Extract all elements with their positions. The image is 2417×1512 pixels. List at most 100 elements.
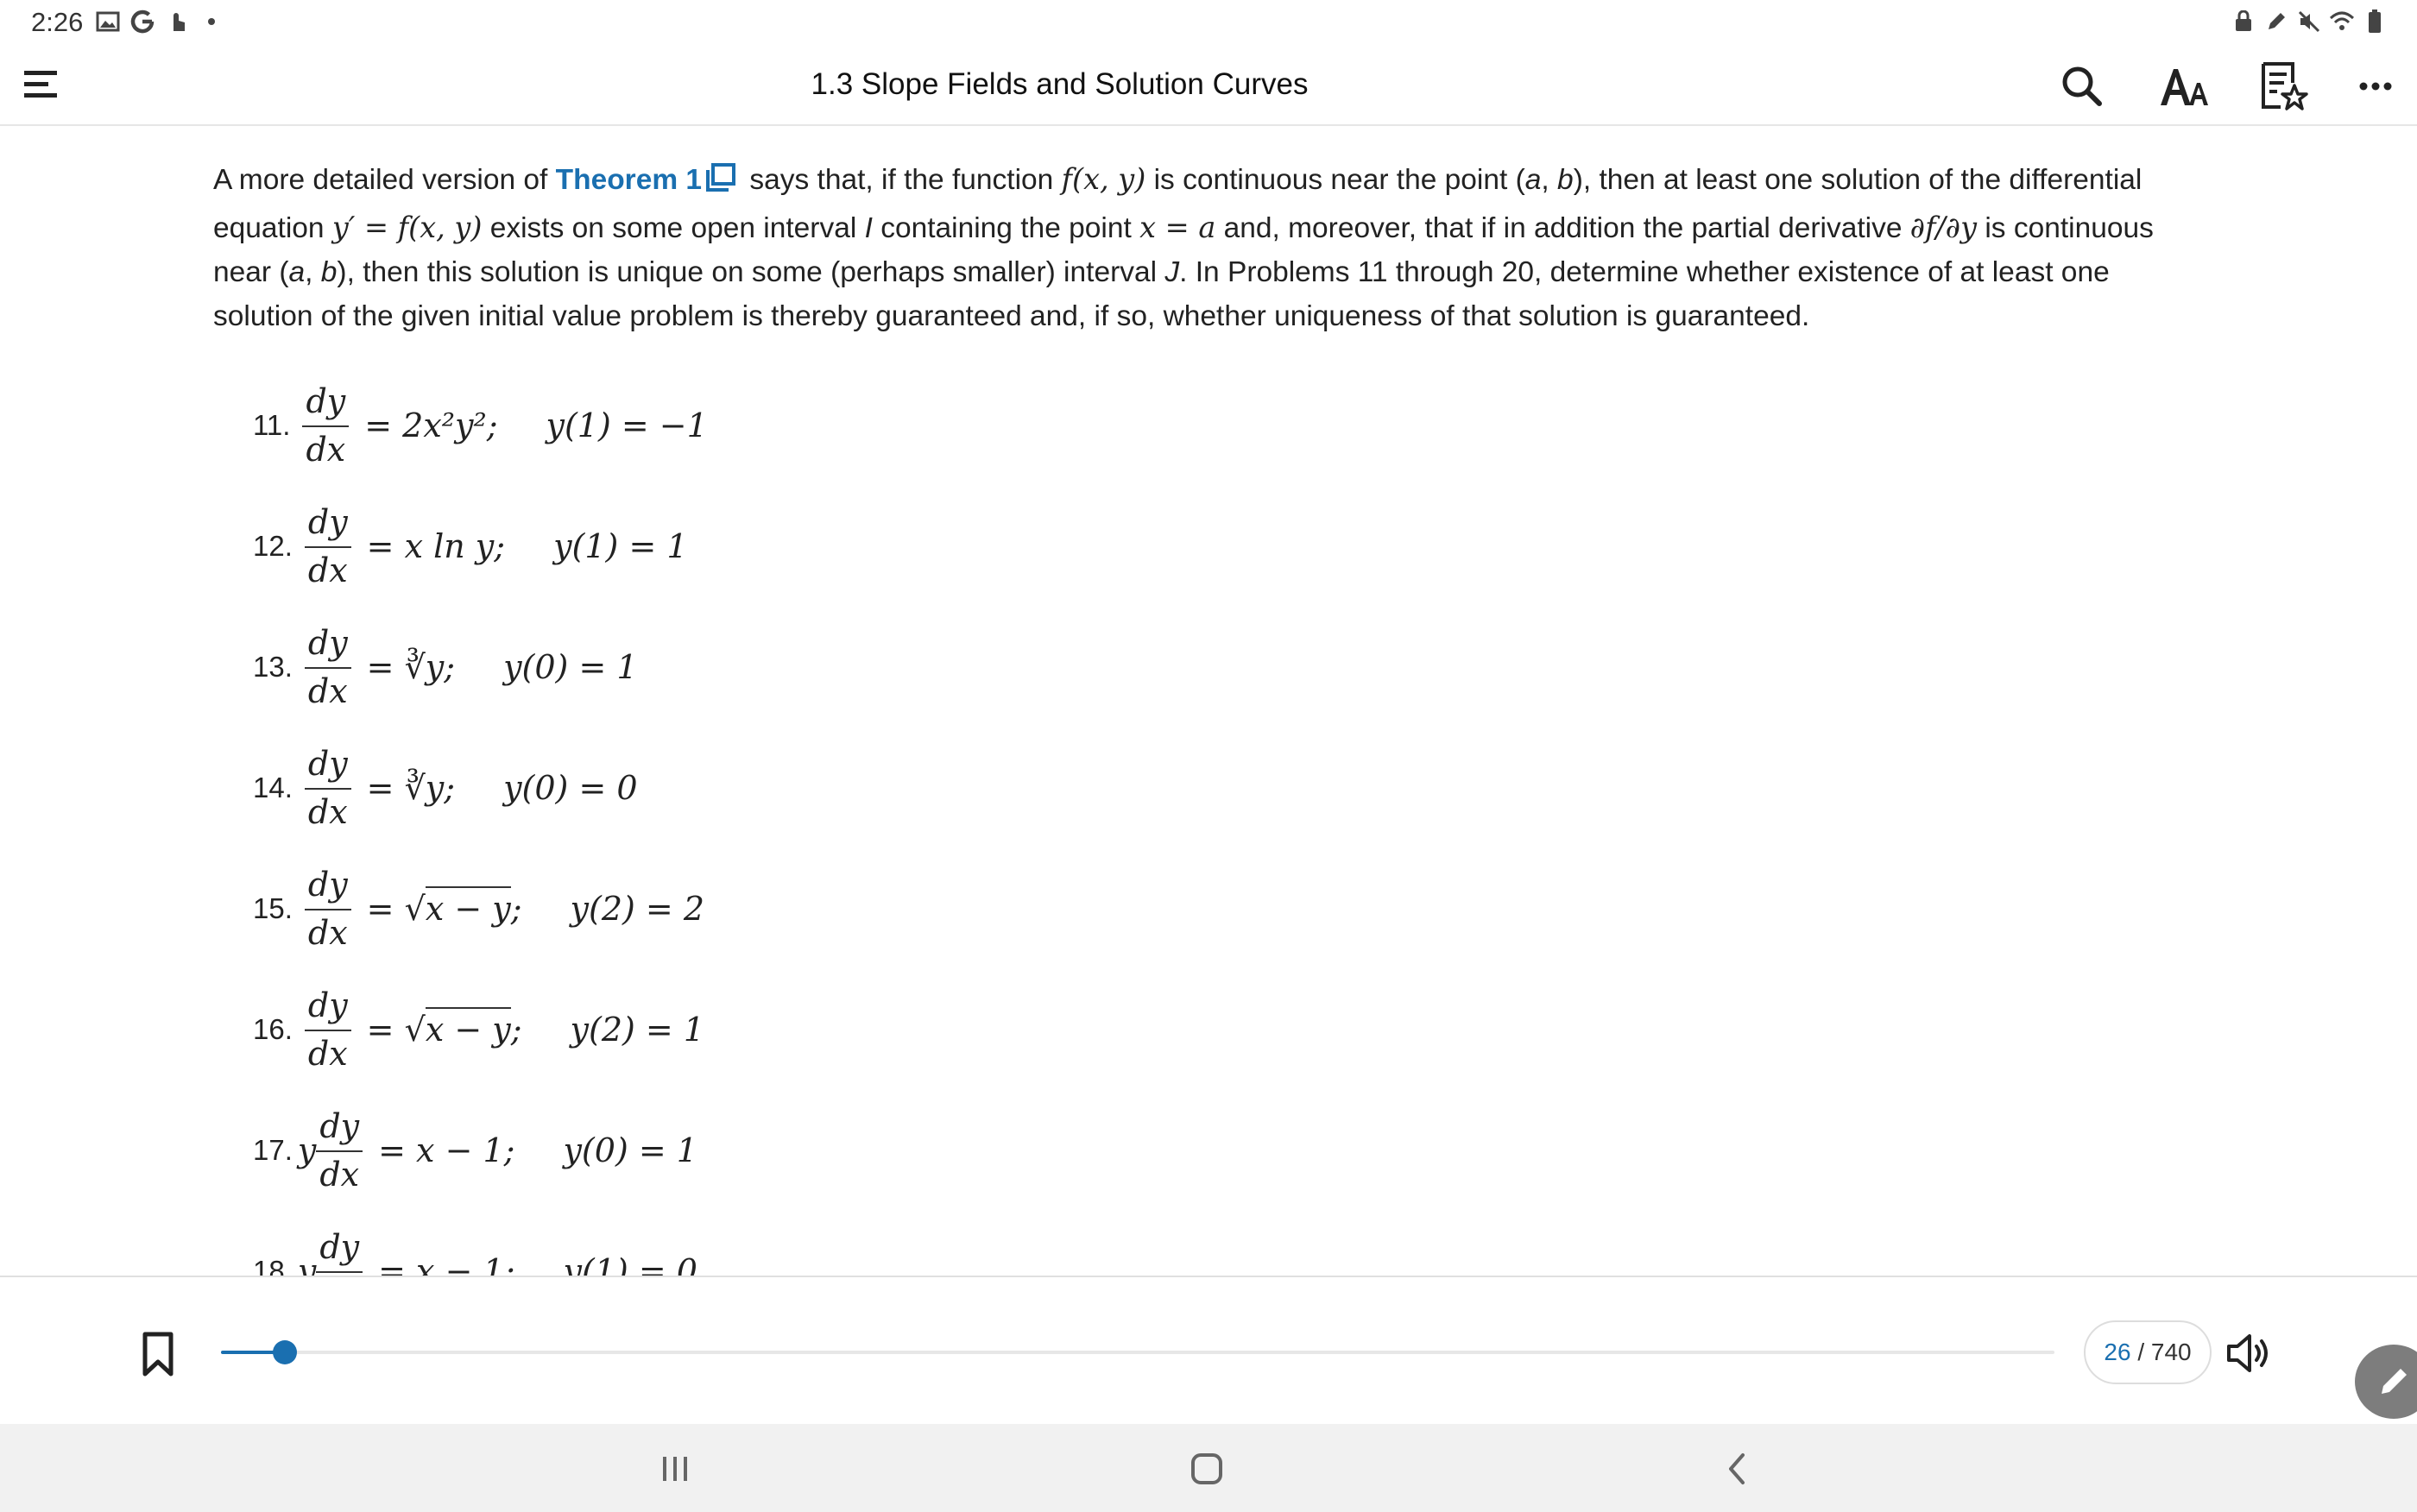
intro-text: ), then this solution is unique on some … (337, 256, 1165, 288)
bookmark-icon (142, 1332, 174, 1377)
fraction-numerator: dy (302, 382, 350, 427)
notes-icon (2262, 62, 2308, 110)
speaker-icon (2227, 1334, 2268, 1372)
intro-text: exists on some open interval (482, 212, 865, 244)
google-icon (129, 9, 155, 35)
intro-text: , (1541, 164, 1558, 196)
theorem-link[interactable]: Theorem 1 (556, 164, 702, 196)
notes-button[interactable] (2256, 59, 2312, 114)
equation-rhs: = √x − y; (366, 1007, 522, 1049)
gallery-icon (95, 9, 121, 35)
problem-item: 17. y dy dx = x − 1; y(0) = 1 (253, 1099, 697, 1202)
initial-condition: y(2) = 2 (570, 890, 705, 928)
search-button[interactable] (2054, 59, 2110, 114)
fraction-numerator: dy (316, 1107, 363, 1152)
open-link-icon[interactable] (705, 161, 736, 205)
page-indicator[interactable]: 26 / 740 (2084, 1320, 2212, 1384)
touch-icon (164, 9, 190, 35)
home-button[interactable] (1179, 1441, 1234, 1496)
problem-item: 18. y dydx = x − 1; y(1) = 0 (253, 1219, 697, 1276)
problem-number: 12. (253, 530, 293, 562)
problem-number: 14. (253, 772, 293, 803)
fraction-numerator: dy (304, 986, 351, 1031)
read-aloud-button[interactable] (2224, 1327, 2275, 1379)
recent-apps-button[interactable] (647, 1441, 703, 1496)
search-icon (2062, 66, 2102, 106)
math-var: a (1524, 164, 1542, 196)
sqrt-sign: = √ (366, 1011, 426, 1049)
initial-condition: y(2) = 1 (570, 1011, 705, 1049)
equation-rhs: = x − 1; (378, 1252, 515, 1276)
edit-button[interactable] (2355, 1345, 2417, 1419)
fraction-denominator: dx (307, 914, 348, 952)
fraction-numerator: dy (304, 866, 351, 910)
problem-number: 15. (253, 892, 293, 924)
app-bar: 1.3 Slope Fields and Solution Curves (0, 45, 2417, 126)
problem-item: 11. dy dx = 2x²y²; y(1) = −1 (253, 374, 708, 477)
math-inline: f(x, y) (1061, 162, 1146, 196)
problem-number: 11. (253, 409, 291, 441)
equation-prefix: y (297, 1131, 317, 1169)
page-slider-thumb[interactable] (273, 1340, 298, 1364)
math-var: I (864, 212, 873, 244)
page-separator: / (2130, 1339, 2151, 1365)
total-pages: 740 (2150, 1339, 2192, 1365)
status-icons-right (2231, 9, 2388, 35)
fraction-denominator: dx (307, 793, 348, 831)
reading-content[interactable]: A more detailed version of Theorem 1 say… (0, 128, 2417, 1276)
font-size-button[interactable] (2156, 59, 2212, 114)
problem-item: 12. dy dx = x ln y; y(1) = 1 (253, 495, 688, 598)
bookmark-button[interactable] (136, 1331, 180, 1377)
fraction-numerator: dy (304, 503, 351, 548)
problem-item: 15. dy dx = √x − y; y(2) = 2 (253, 857, 704, 961)
fraction-denominator: dx (307, 1035, 348, 1073)
initial-condition: y(0) = 1 (563, 1131, 697, 1169)
mute-icon (2296, 9, 2322, 35)
sqrt-radicand: x − y (425, 1007, 511, 1049)
problem-number: 17. (253, 1134, 293, 1166)
status-icons-left (95, 9, 224, 35)
pencil-icon (2382, 1369, 2407, 1394)
page-slider[interactable] (221, 1340, 2054, 1364)
derivative-fraction: dy dx (304, 866, 351, 952)
problem-number: 16. (253, 1013, 293, 1045)
home-icon (1191, 1453, 1222, 1484)
equation-rhs: = ∛y; (366, 769, 456, 807)
equation-tail: ; (510, 1011, 522, 1049)
sqrt-radicand: x − y (425, 886, 511, 928)
intro-text: is continuous near the point ( (1145, 164, 1525, 196)
derivative-fraction: dy dx (304, 986, 351, 1073)
fraction-denominator: dx (307, 672, 348, 710)
intro-text: containing the point (872, 212, 1140, 244)
more-icon (2359, 82, 2392, 91)
derivative-fraction: dydx (304, 624, 351, 710)
derivative-fraction: dy dx (302, 382, 350, 469)
equation-rhs: = x ln y; (366, 527, 506, 565)
problem-item: 14. dy dx = ∛y; y(0) = 0 (253, 736, 638, 840)
math-inline: y′ = f(x, y) (331, 211, 483, 244)
equation-tail: ; (510, 890, 522, 928)
fraction-denominator: dx (319, 1156, 360, 1194)
status-time: 2:26 (31, 7, 84, 37)
initial-condition: y(0) = 0 (503, 769, 638, 807)
current-page: 26 (2104, 1339, 2131, 1365)
intro-paragraph: A more detailed version of Theorem 1 say… (213, 157, 2199, 338)
initial-condition: y(1) = −1 (546, 406, 708, 444)
math-inline: ∂f/∂y (1909, 211, 1978, 244)
back-button[interactable] (1709, 1441, 1764, 1496)
back-icon (1729, 1453, 1745, 1484)
system-nav-bar (0, 1424, 2417, 1512)
intro-text: , (305, 256, 321, 288)
equation-rhs: = ∛y; (366, 648, 456, 686)
fraction-numerator: dy (304, 624, 351, 669)
intro-text: A more detailed version of (213, 164, 556, 196)
equation-rhs: = 2x²y²; (364, 406, 498, 444)
more-button[interactable] (2348, 59, 2403, 114)
derivative-fraction: dydx (304, 503, 351, 589)
fraction-numerator: dy (316, 1228, 363, 1273)
status-bar: 2:26 (0, 0, 2417, 45)
page-title: 1.3 Slope Fields and Solution Curves (811, 67, 1309, 101)
derivative-fraction: dydx (316, 1228, 363, 1276)
dot-icon (199, 9, 224, 35)
fraction-denominator: dx (306, 431, 346, 469)
